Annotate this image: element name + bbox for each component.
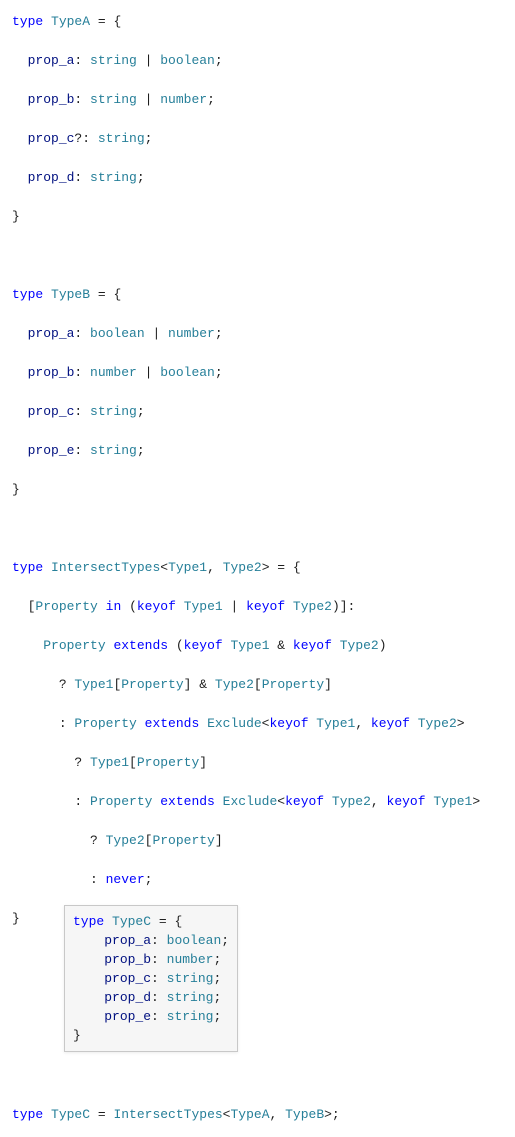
type-name: IntersectTypes <box>51 560 160 575</box>
keyword-type: type <box>12 560 43 575</box>
keyword-type: type <box>12 287 43 302</box>
keyword-type: type <box>12 14 43 29</box>
type: boolean <box>160 53 215 68</box>
type: string <box>90 92 137 107</box>
prop-name: prop_a <box>28 53 75 68</box>
prop-name: prop_c <box>28 404 75 419</box>
mapped-key: Property <box>35 599 97 614</box>
prop-name: prop_a <box>28 326 75 341</box>
code-block: type TypeA = { prop_a: string | boolean;… <box>12 12 503 1125</box>
type: string <box>90 170 137 185</box>
type: boolean <box>160 365 215 380</box>
prop-name: prop_e <box>28 443 75 458</box>
type: number <box>168 326 215 341</box>
generic-param: Type1 <box>168 560 207 575</box>
keyword-type: type <box>12 1107 43 1122</box>
type: string <box>90 443 137 458</box>
type-name: TypeC <box>51 1107 90 1122</box>
prop-name: prop_d <box>28 170 75 185</box>
prop-name: prop_b <box>28 92 75 107</box>
type-name: TypeA <box>51 14 90 29</box>
prop-name: prop_c <box>28 131 75 146</box>
type: string <box>90 404 137 419</box>
type-name: TypeB <box>51 287 90 302</box>
brace-close: } <box>12 911 20 926</box>
type: boolean <box>90 326 145 341</box>
type: string <box>98 131 145 146</box>
brace-close: } <box>12 209 20 224</box>
type: number <box>160 92 207 107</box>
generic-param: Type2 <box>223 560 262 575</box>
type: number <box>90 365 137 380</box>
type: string <box>90 53 137 68</box>
brace-close: } <box>12 482 20 497</box>
prop-name: prop_b <box>28 365 75 380</box>
hover-tooltip: type TypeC = { prop_a: boolean; prop_b: … <box>64 905 238 1052</box>
punct: = { <box>90 14 121 29</box>
